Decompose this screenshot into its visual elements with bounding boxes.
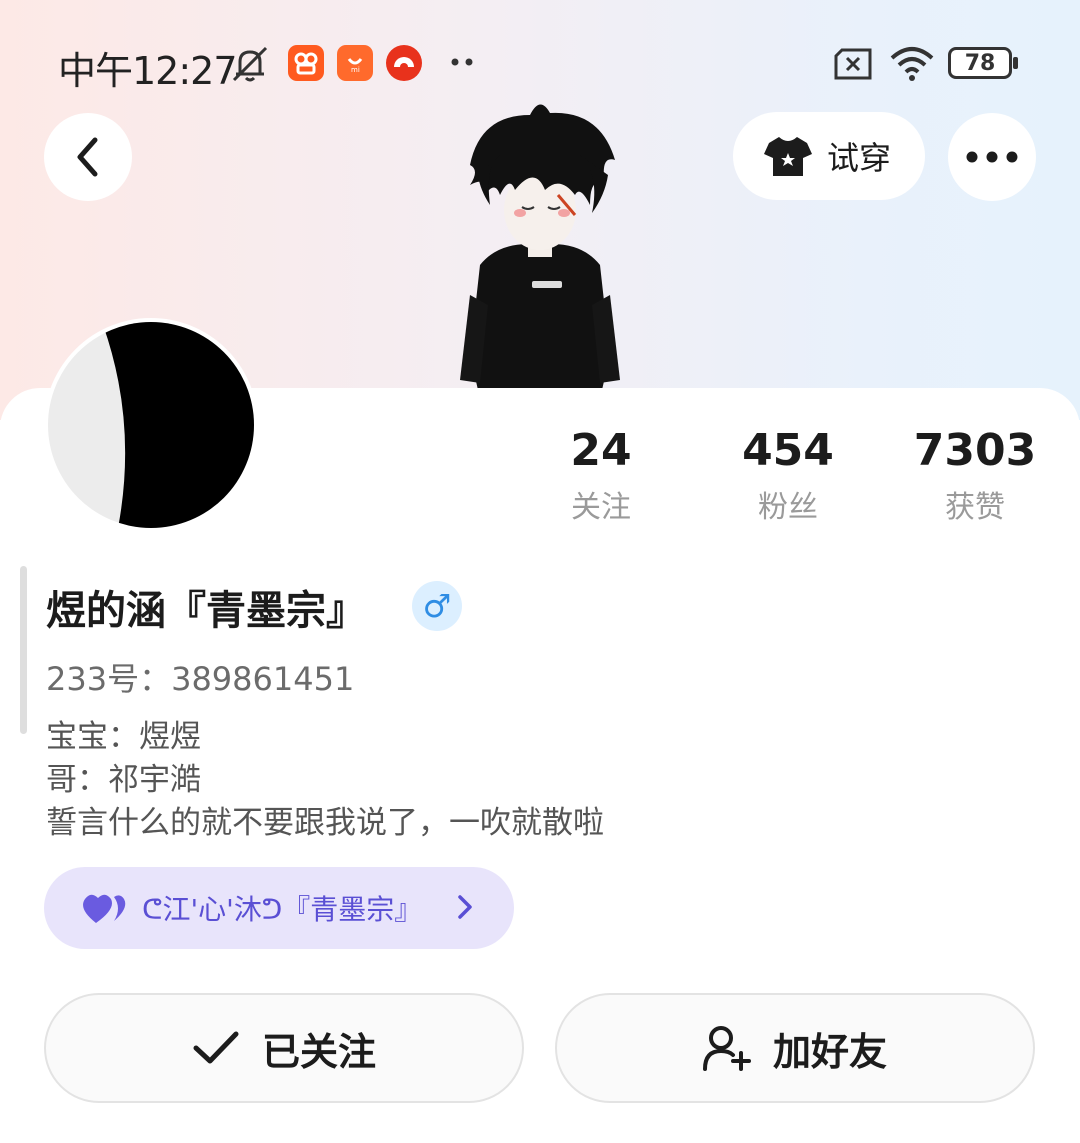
fans-count: 454 [742,425,834,476]
following-count: 24 [570,425,632,476]
stat-likes[interactable]: 7303 获赞 [885,425,1065,526]
stat-following[interactable]: 24 关注 [511,425,691,526]
chevron-right-icon [458,895,472,919]
mute-bell-icon [232,46,268,82]
status-time: 中午12:27 [58,49,238,93]
bio: 宝宝：煜煜 哥：祁宇澔 誓言什么的就不要跟我说了，一吹就散啦 [46,716,604,845]
add-friend-label: 加好友 [772,1029,887,1074]
sim-error-icon [834,48,872,80]
music-app-icon [386,45,422,81]
battery-icon: 78 [948,47,1012,79]
bio-line: 宝宝：煜煜 [46,719,201,755]
add-friend-button[interactable]: 加好友 [555,993,1035,1103]
bio-line: 誓言什么的就不要跟我说了，一吹就散啦 [46,805,604,841]
followed-label: 已关注 [261,1029,376,1074]
avatar-character-figure [460,104,620,390]
try-on-button[interactable]: 试穿 [733,112,925,200]
wifi-icon [890,47,934,81]
double-heart-icon [83,894,126,923]
likes-label: 获赞 [945,490,1005,525]
more-button[interactable] [948,113,1036,201]
more-dots-icon [451,58,473,66]
kuaishou-app-icon [288,45,324,81]
following-label: 关注 [571,490,631,525]
stat-fans[interactable]: 454 粉丝 [698,425,878,526]
add-user-icon [702,1026,751,1071]
chevron-left-icon [77,137,98,177]
try-on-label: 试穿 [827,139,892,177]
group-link[interactable]: ᕦ江'心'沐ᕤ『青墨宗』 [44,867,514,949]
avatar-image [48,322,254,528]
back-button[interactable] [44,113,132,201]
avatar[interactable] [44,318,258,532]
bio-line: 哥：祁宇澔 [46,762,201,798]
group-name: ᕦ江'心'沐ᕤ『青墨宗』 [142,893,423,926]
nickname: 煜的涵『青墨宗』 [46,588,366,634]
battery-tip [1013,57,1018,69]
fans-label: 粉丝 [758,490,818,525]
likes-count: 7303 [913,425,1037,476]
svg-text:mi: mi [351,66,360,74]
battery-level: 78 [964,50,996,76]
gender-male-icon: ♂ [412,581,462,631]
followed-button[interactable]: 已关注 [44,993,524,1103]
tshirt-icon [764,137,812,176]
more-horizontal-icon [966,151,1018,163]
scroll-indicator [20,566,27,734]
checkmark-icon [193,1031,239,1064]
mi-store-app-icon: mi [337,45,373,81]
user-id[interactable]: 233号：389861451 [46,654,354,700]
